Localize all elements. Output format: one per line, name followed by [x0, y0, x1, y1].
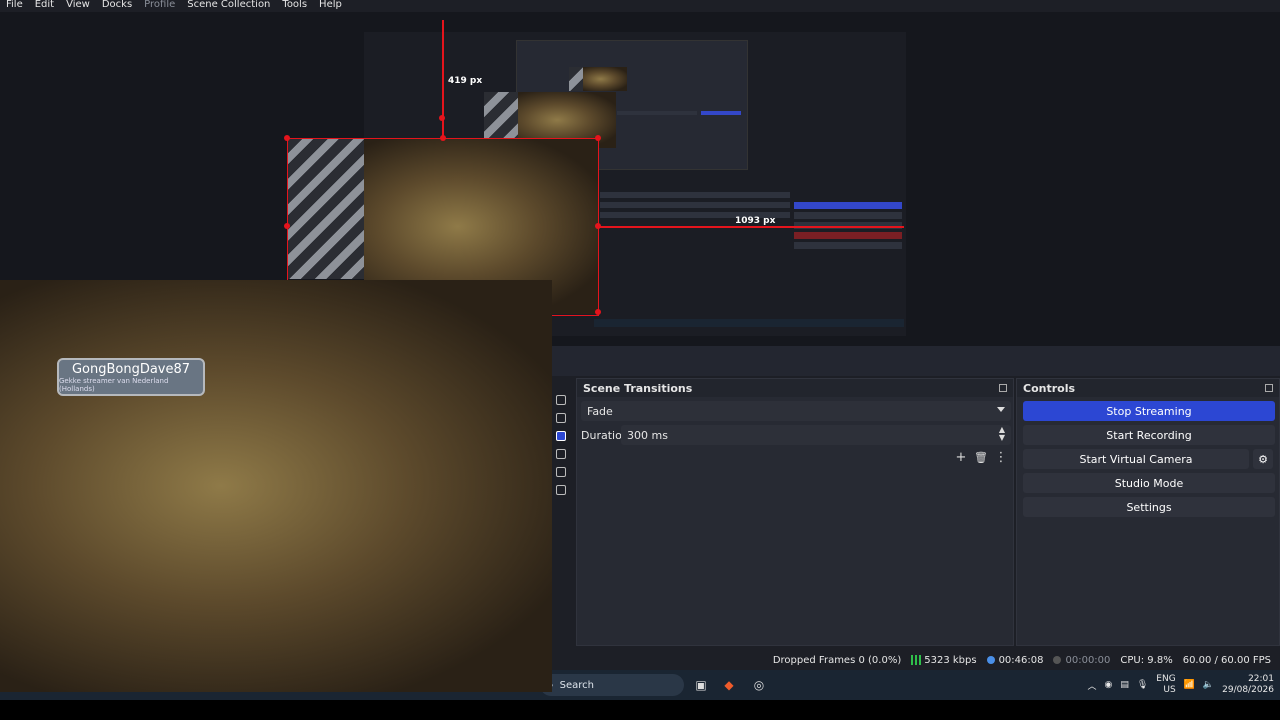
menu-profile[interactable]: Profile	[138, 0, 181, 12]
resize-handle-tl[interactable]	[284, 135, 290, 141]
add-transition-icon[interactable]: +	[953, 449, 969, 465]
record-time: 00:00:00	[1065, 654, 1111, 666]
record-icon	[1053, 655, 1062, 664]
microphone-icon[interactable]: 🎙	[1137, 680, 1148, 690]
start-virtual-camera-button[interactable]: Start Virtual Camera	[1023, 449, 1249, 469]
controls-dock: Controls Stop Streaming Start Recording …	[1016, 378, 1280, 646]
app-tray-icon[interactable]: ▤	[1120, 680, 1129, 690]
menu-edit[interactable]: Edit	[29, 0, 60, 12]
settings-button[interactable]: Settings	[1023, 497, 1275, 517]
chevron-down-icon	[997, 407, 1005, 412]
source-locks	[553, 395, 569, 515]
volume-icon[interactable]: 🔈	[1203, 680, 1214, 690]
stream-icon	[986, 655, 995, 664]
menu-tools[interactable]: Tools	[276, 0, 313, 12]
wifi-icon[interactable]: 📶	[1184, 680, 1195, 690]
controls-title: Controls	[1023, 381, 1076, 395]
task-view-icon[interactable]: ▣	[692, 676, 710, 694]
measure-horizontal-label: 1093 px	[735, 216, 776, 226]
distance-guide-horizontal	[598, 226, 904, 228]
lock-icon[interactable]	[556, 467, 566, 477]
nameplate: GongBongDave87 Gekke streamer van Nederl…	[57, 358, 205, 396]
taskbar-search[interactable]: ⌕ Search	[540, 674, 684, 696]
remove-transition-icon[interactable]: 🗑	[973, 449, 989, 465]
transition-select-value: Fade	[587, 404, 613, 418]
menu-help[interactable]: Help	[313, 0, 348, 12]
signal-icon	[911, 654, 922, 665]
search-placeholder: Search	[559, 679, 594, 691]
menu-view[interactable]: View	[60, 0, 96, 12]
time: 22:01	[1248, 674, 1274, 684]
brave-browser-icon[interactable]: ◆	[720, 676, 738, 694]
transition-select[interactable]: Fade	[581, 401, 1011, 421]
language: ENG	[1156, 674, 1176, 684]
nameplate-text: GongBongDave87	[71, 361, 191, 377]
scene-transitions-dock: Scene Transitions Fade Duration 300 ms ▲…	[576, 378, 1014, 646]
resize-handle-br[interactable]	[595, 309, 601, 315]
scene-transitions-title: Scene Transitions	[583, 381, 693, 395]
fps: 60.00 / 60.00 FPS	[1182, 654, 1271, 666]
resize-handle-tr[interactable]	[595, 135, 601, 141]
webcam-overlay: GongBongDave87 Gekke streamer van Nederl…	[0, 280, 552, 692]
system-tray: ︿ ◉ ▤ 🎙 ENG US 📶 🔈 22:01 29/08/2026	[1087, 672, 1274, 698]
lock-icon[interactable]	[556, 431, 566, 441]
cpu-usage: CPU: 9.8%	[1120, 654, 1173, 666]
stream-time: 00:46:08	[998, 654, 1044, 666]
studio-mode-button[interactable]: Studio Mode	[1023, 473, 1275, 493]
date: 29/08/2026	[1222, 685, 1274, 695]
start-recording-button[interactable]: Start Recording	[1023, 425, 1275, 445]
lock-icon[interactable]	[556, 413, 566, 423]
stepper-icon[interactable]: ▲ ▼	[999, 426, 1005, 442]
bitrate: 5323 kbps	[924, 654, 977, 666]
nameplate-subtext: Gekke streamer van Nederland (Hollands)	[59, 376, 169, 393]
status-bar: Dropped Frames 0 (0.0%) 5323 kbps 00:46:…	[552, 650, 1280, 670]
resize-handle-left[interactable]	[284, 223, 290, 229]
region: US	[1163, 685, 1176, 695]
guide-handle	[439, 115, 445, 121]
dropped-frames: Dropped Frames 0 (0.0%)	[772, 654, 902, 666]
more-options-icon[interactable]: ⋮	[993, 449, 1009, 465]
duration-value: 300 ms	[627, 428, 668, 442]
undock-icon[interactable]	[1265, 384, 1273, 392]
clock[interactable]: 22:01 29/08/2026	[1222, 674, 1274, 696]
lock-icon[interactable]	[556, 485, 566, 495]
menu-scene-collection[interactable]: Scene Collection	[181, 0, 276, 12]
lock-icon[interactable]	[556, 449, 566, 459]
menu-file[interactable]: File	[0, 0, 29, 12]
lock-icon[interactable]	[556, 395, 566, 405]
measure-vertical-label: 419 px	[448, 76, 483, 86]
stop-streaming-button[interactable]: Stop Streaming	[1023, 401, 1275, 421]
discord-icon[interactable]: ◉	[1104, 680, 1112, 690]
menu-docks[interactable]: Docks	[96, 0, 138, 12]
undock-icon[interactable]	[999, 384, 1007, 392]
duration-input[interactable]: 300 ms ▲ ▼	[621, 425, 1011, 445]
menu-bar: File Edit View Docks Profile Scene Colle…	[0, 0, 1280, 12]
gear-icon[interactable]: ⚙	[1253, 449, 1273, 469]
screen-bottom-bezel	[0, 700, 1280, 720]
chevron-up-icon[interactable]: ︿	[1087, 679, 1096, 692]
obs-icon[interactable]: ◎	[750, 676, 768, 694]
